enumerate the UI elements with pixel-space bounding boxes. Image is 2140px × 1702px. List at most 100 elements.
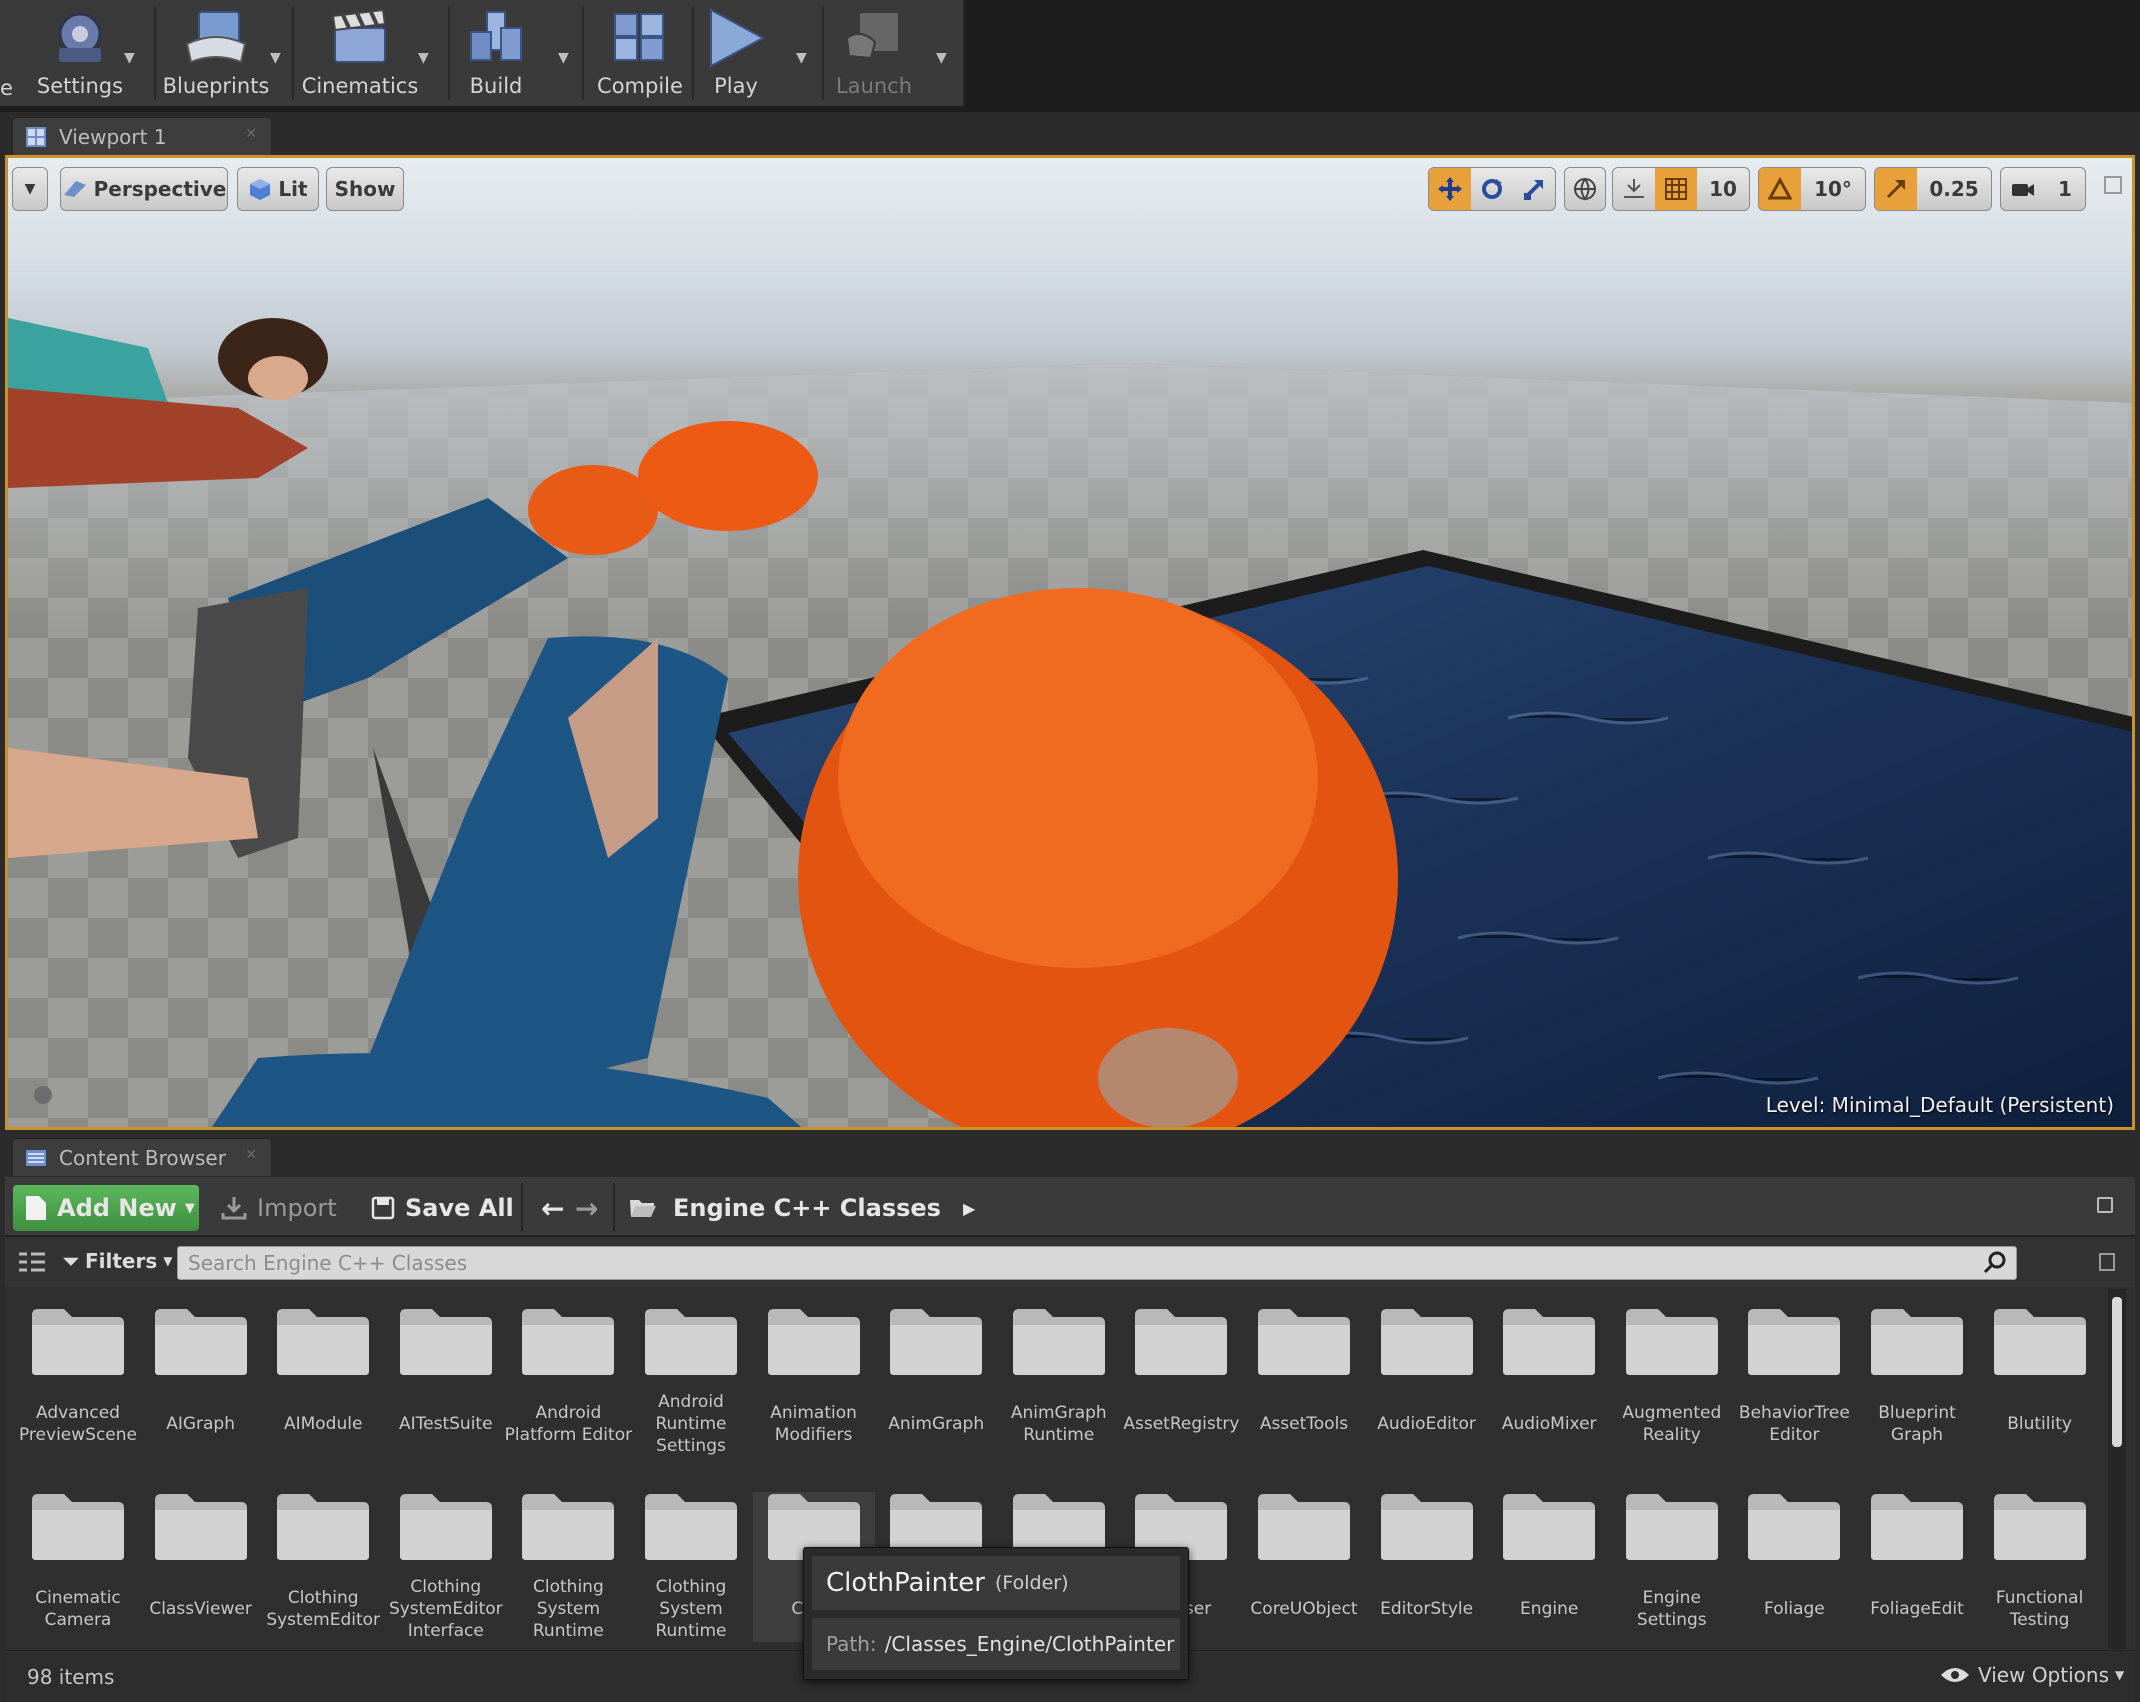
folder-tile[interactable]: AssetRegistry [1120, 1307, 1242, 1457]
launch-dropdown-arrow[interactable]: ▼ [936, 50, 947, 66]
folder-tile[interactable]: Clothing SystemEditor Interface [385, 1492, 507, 1642]
translate-tool-button[interactable] [1429, 168, 1471, 210]
folder-icon [277, 1494, 370, 1560]
asset-grid-scrollbar[interactable] [2108, 1289, 2126, 1649]
search-input[interactable]: Search Engine C++ Classes [177, 1246, 2017, 1280]
folder-tile[interactable]: Android Platform Editor [505, 1307, 632, 1457]
tab-viewport-1[interactable]: Viewport 1 ✕ [12, 117, 272, 155]
grid-snap-toggle[interactable] [1655, 168, 1697, 210]
lock-icon[interactable] [2097, 1197, 2113, 1213]
folder-tile[interactable]: FoliageEdit [1856, 1492, 1978, 1642]
lit-button[interactable]: Lit [237, 167, 319, 211]
build-dropdown-arrow[interactable]: ▼ [558, 50, 569, 66]
filters-button[interactable]: ⏷ Filters ▼ [63, 1249, 173, 1273]
folder-tile[interactable]: EditorStyle [1366, 1492, 1488, 1642]
lit-label: Lit [278, 177, 308, 201]
close-icon[interactable]: ✕ [245, 1147, 257, 1163]
tab-content-browser[interactable]: Content Browser ✕ [12, 1138, 272, 1176]
folder-tile[interactable]: Clothing System Runtime [630, 1492, 752, 1642]
folder-tile[interactable]: Advanced PreviewScene [17, 1307, 139, 1457]
folder-label: Augmented Reality [1622, 1403, 1722, 1445]
blueprints-dropdown-arrow[interactable]: ▼ [270, 50, 281, 66]
folder-tile[interactable]: Foliage [1733, 1492, 1855, 1642]
grid-snap-value[interactable]: 10 [1697, 168, 1749, 210]
folder-tile[interactable]: Animation Modifiers [753, 1307, 875, 1457]
rotate-tool-button[interactable] [1471, 168, 1513, 210]
settings-button[interactable]: Settings [30, 0, 130, 106]
save-search-icon[interactable] [2099, 1253, 2115, 1271]
folder-icon [1380, 1494, 1473, 1560]
import-icon [221, 1197, 247, 1220]
folder-tile[interactable]: CoreUObject [1243, 1492, 1365, 1642]
folder-tile[interactable]: Clothing SystemEditor [262, 1492, 384, 1642]
folder-tile[interactable]: BehaviorTree Editor [1733, 1307, 1855, 1457]
forward-arrow-icon[interactable]: → [575, 1185, 598, 1231]
maximize-viewport-icon[interactable] [2104, 176, 2122, 194]
chevron-down-icon: ▼ [163, 1254, 173, 1268]
play-icon [710, 8, 766, 68]
compile-icon [614, 13, 664, 61]
scrollbar-thumb[interactable] [2112, 1297, 2122, 1447]
play-button[interactable]: Play [696, 0, 776, 106]
view-options-button[interactable]: View Options ▼ [1940, 1663, 2124, 1687]
close-icon[interactable]: ✕ [245, 126, 257, 142]
perspective-label: Perspective [93, 177, 227, 201]
folder-tile[interactable]: Engine Settings [1611, 1492, 1733, 1642]
folder-tile[interactable]: Augmented Reality [1611, 1307, 1733, 1457]
folder-tile[interactable]: AIGraph [140, 1307, 262, 1457]
folder-tile[interactable]: Cinematic Camera [17, 1492, 139, 1642]
folder-tile[interactable]: AudioEditor [1366, 1307, 1488, 1457]
folder-tile[interactable]: AIModule [262, 1307, 384, 1457]
folder-label: Clothing SystemEditor Interface [388, 1577, 503, 1641]
import-button[interactable]: Import [221, 1185, 337, 1231]
scale-snap-value[interactable]: 0.25 [1917, 168, 1991, 210]
folder-tile[interactable]: Engine [1488, 1492, 1610, 1642]
path-breadcrumb[interactable]: Engine C++ Classes ▶ [629, 1185, 975, 1231]
sources-panel-icon[interactable] [17, 1250, 47, 1276]
folder-tile[interactable]: Blueprint Graph [1856, 1307, 1978, 1457]
settings-dropdown-arrow[interactable]: ▼ [124, 50, 135, 66]
level-viewport[interactable]: ▼ Perspective Lit Show 10 10° 0.25 1 Lev… [5, 155, 2135, 1130]
blueprints-button[interactable]: Blueprints [162, 0, 270, 106]
folder-label: FoliageEdit [1870, 1599, 1964, 1619]
scale-snap-toggle[interactable] [1875, 168, 1917, 210]
settings-icon [58, 12, 102, 62]
camera-speed-group[interactable]: 1 [2000, 167, 2086, 211]
rotation-snap-value[interactable]: 10° [1801, 168, 1865, 210]
build-button[interactable]: Build [450, 0, 542, 106]
show-button[interactable]: Show [326, 167, 404, 211]
world-local-toggle[interactable] [1564, 167, 1606, 211]
folder-tile[interactable]: Blutility [1979, 1307, 2101, 1457]
world-space-button[interactable] [1565, 168, 1605, 210]
play-dropdown-arrow[interactable]: ▼ [796, 50, 807, 66]
folder-icon [1993, 1494, 2086, 1560]
save-all-button[interactable]: Save All [371, 1185, 514, 1231]
folder-tile[interactable]: AudioMixer [1488, 1307, 1610, 1457]
folder-tile[interactable]: AssetTools [1243, 1307, 1365, 1457]
folder-tile[interactable]: AnimGraph [875, 1307, 997, 1457]
folder-label: AIModule [283, 1414, 363, 1434]
folder-tile[interactable]: ClassViewer [140, 1492, 262, 1642]
folder-tile[interactable]: Android Runtime Settings [630, 1307, 752, 1457]
cinematics-button[interactable]: Cinematics [298, 0, 422, 106]
cinematics-dropdown-arrow[interactable]: ▼ [418, 50, 429, 66]
camera-speed-button[interactable] [2001, 168, 2045, 210]
folder-tile[interactable]: Functional Testing [1979, 1492, 2101, 1642]
scale-tool-button[interactable] [1513, 168, 1555, 210]
rotation-snap-toggle[interactable] [1759, 168, 1801, 210]
compile-button[interactable]: Compile [590, 0, 690, 106]
search-icon[interactable] [1982, 1250, 2008, 1276]
folder-label: Engine [1520, 1599, 1579, 1619]
back-arrow-icon[interactable]: ← [541, 1185, 564, 1231]
folder-tile[interactable]: AITestSuite [385, 1307, 507, 1457]
perspective-button[interactable]: Perspective [60, 167, 228, 211]
add-new-button[interactable]: Add New ▼ [13, 1185, 199, 1231]
launch-button[interactable]: Launch [826, 0, 922, 106]
folder-tile[interactable]: AnimGraph Runtime [998, 1307, 1120, 1457]
folder-label: Clothing System Runtime [532, 1577, 604, 1641]
folder-tile[interactable]: Clothing System Runtime [507, 1492, 629, 1642]
surface-snap-button[interactable] [1613, 168, 1655, 210]
viewport-options-button[interactable]: ▼ [12, 167, 48, 211]
tooltip-path-row: Path: /Classes_Engine/ClothPainter [812, 1618, 1180, 1670]
scale-icon [1524, 180, 1543, 200]
